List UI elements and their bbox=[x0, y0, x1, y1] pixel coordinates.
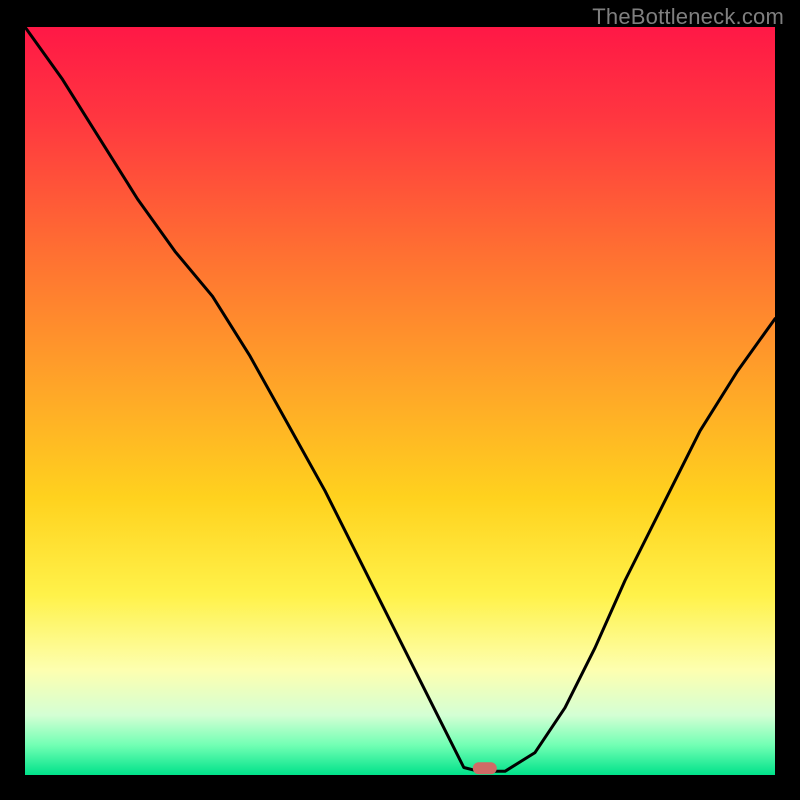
watermark-text: TheBottleneck.com bbox=[592, 4, 784, 30]
plot-area bbox=[25, 27, 775, 775]
optimum-marker bbox=[473, 762, 497, 774]
bottleneck-curve bbox=[25, 27, 775, 771]
chart-svg bbox=[0, 0, 800, 800]
chart-frame: TheBottleneck.com bbox=[0, 0, 800, 800]
